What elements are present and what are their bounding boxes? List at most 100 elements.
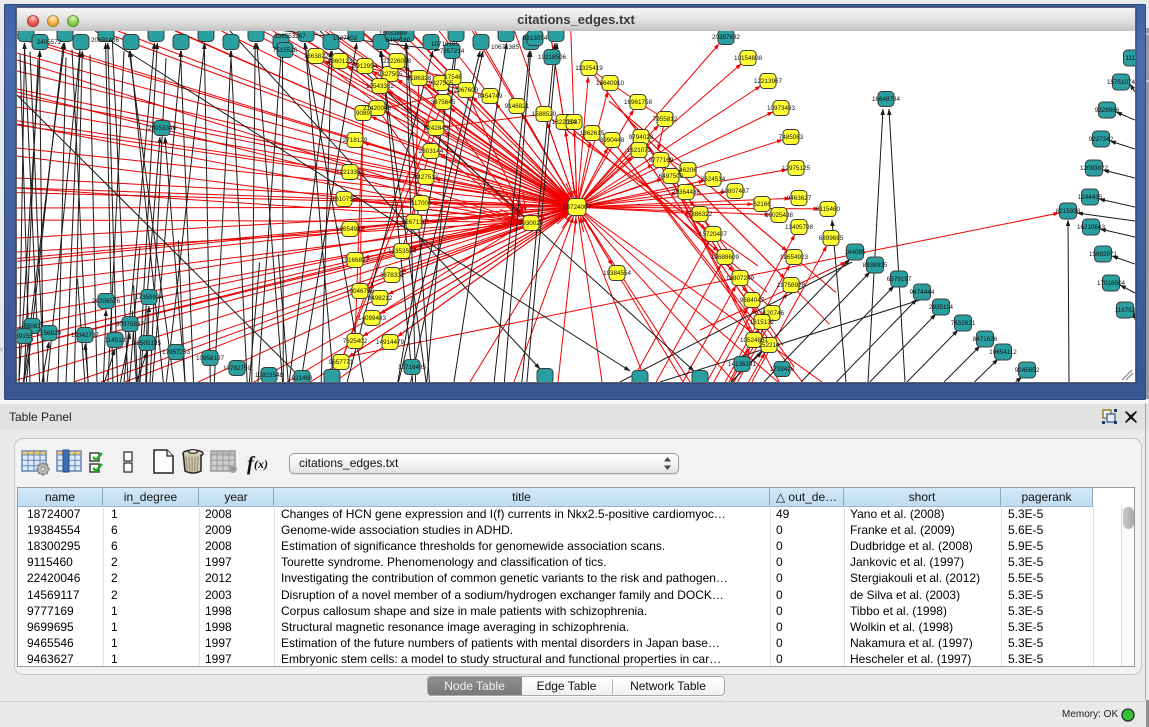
svg-text:10654112: 10654112 bbox=[989, 349, 1017, 356]
svg-text:2405572: 2405572 bbox=[37, 39, 62, 46]
svg-text:10688609: 10688609 bbox=[711, 254, 740, 261]
svg-text:7663822: 7663822 bbox=[304, 53, 329, 60]
svg-text:19166827: 19166827 bbox=[341, 257, 370, 264]
svg-text:23226058: 23226058 bbox=[383, 58, 412, 65]
svg-text:3912954: 3912954 bbox=[353, 63, 378, 70]
svg-text:15751074: 15751074 bbox=[1107, 79, 1135, 86]
svg-text:85061: 85061 bbox=[23, 323, 41, 330]
svg-text:1610755: 1610755 bbox=[332, 196, 357, 203]
svg-text:20364436: 20364436 bbox=[672, 189, 701, 196]
svg-text:15720407: 15720407 bbox=[699, 231, 728, 238]
svg-text:7632621: 7632621 bbox=[951, 320, 976, 327]
svg-text:12342737: 12342737 bbox=[71, 332, 100, 339]
svg-text:(x): (x) bbox=[254, 457, 268, 471]
svg-text:14136141: 14136141 bbox=[728, 361, 757, 368]
svg-text:9684047: 9684047 bbox=[740, 297, 765, 304]
svg-text:9329966: 9329966 bbox=[1095, 107, 1120, 114]
svg-text:9327505: 9327505 bbox=[378, 71, 403, 78]
svg-text:12505135: 12505135 bbox=[133, 340, 162, 347]
svg-text:15692971: 15692971 bbox=[1089, 251, 1118, 258]
svg-text:9242845: 9242845 bbox=[424, 125, 449, 132]
svg-text:16961758: 16961758 bbox=[624, 99, 653, 106]
svg-text:8267130: 8267130 bbox=[402, 219, 427, 226]
svg-text:1615132: 1615132 bbox=[750, 319, 775, 326]
svg-text:62166: 62166 bbox=[753, 201, 771, 208]
svg-text:20387682: 20387682 bbox=[712, 34, 741, 41]
svg-text:9498212: 9498212 bbox=[368, 295, 393, 302]
svg-text:1733426: 1733426 bbox=[770, 366, 795, 373]
svg-text:8215958: 8215958 bbox=[1056, 208, 1081, 215]
svg-text:7357214: 7357214 bbox=[440, 48, 465, 55]
svg-text:9245652: 9245652 bbox=[1015, 367, 1040, 374]
svg-text:8454749: 8454749 bbox=[478, 93, 503, 100]
svg-text:2967608: 2967608 bbox=[454, 87, 479, 94]
svg-text:13495798: 13495798 bbox=[785, 224, 814, 231]
svg-text:252214: 252214 bbox=[758, 342, 780, 349]
svg-text:3878332: 3878332 bbox=[380, 272, 405, 279]
svg-text:12213967: 12213967 bbox=[754, 78, 783, 85]
svg-text:10025438: 10025438 bbox=[765, 212, 794, 219]
svg-text:1527602: 1527602 bbox=[333, 35, 358, 42]
svg-text:2718129: 2718129 bbox=[343, 137, 368, 144]
svg-text:20053346: 20053346 bbox=[148, 125, 177, 132]
svg-text:7485063: 7485063 bbox=[779, 134, 804, 141]
svg-text:14914479: 14914479 bbox=[376, 339, 405, 346]
svg-text:9327505: 9327505 bbox=[429, 80, 454, 87]
svg-text:106553267: 106553267 bbox=[274, 33, 306, 40]
svg-text:10154808: 10154808 bbox=[734, 55, 763, 62]
svg-text:2037: 2037 bbox=[567, 119, 582, 126]
svg-text:20691406: 20691406 bbox=[91, 37, 120, 44]
svg-text:9657771: 9657771 bbox=[329, 359, 354, 366]
svg-text:6466160: 6466160 bbox=[386, 37, 411, 44]
svg-text:12213382: 12213382 bbox=[336, 169, 365, 176]
svg-text:1120746: 1120746 bbox=[760, 310, 785, 317]
svg-text:90975887: 90975887 bbox=[116, 321, 145, 328]
svg-text:2930020: 2930020 bbox=[519, 220, 544, 227]
svg-text:7515526: 7515526 bbox=[273, 47, 298, 54]
svg-text:9227342: 9227342 bbox=[1089, 136, 1114, 143]
svg-text:9115460: 9115460 bbox=[816, 206, 841, 213]
svg-text:7625402: 7625402 bbox=[343, 338, 368, 345]
svg-text:1588520: 1588520 bbox=[532, 111, 557, 118]
svg-text:6379197: 6379197 bbox=[887, 276, 912, 283]
svg-text:20206576: 20206576 bbox=[92, 298, 121, 305]
svg-text:114519: 114519 bbox=[105, 337, 126, 344]
svg-text:19756928: 19756928 bbox=[777, 282, 806, 289]
svg-text:17016504: 17016504 bbox=[1097, 280, 1126, 287]
svg-text:3875645: 3875645 bbox=[431, 99, 456, 106]
svg-text:1362615: 1362615 bbox=[580, 130, 605, 137]
svg-text:1117: 1117 bbox=[1125, 55, 1135, 62]
svg-text:9794028: 9794028 bbox=[629, 134, 654, 141]
svg-text:13716485: 13716485 bbox=[398, 364, 427, 371]
svg-text:16648784: 16648784 bbox=[872, 96, 901, 103]
svg-text:12823548: 12823548 bbox=[255, 372, 284, 379]
svg-text:8471626: 8471626 bbox=[973, 336, 998, 343]
svg-text:8660123: 8660123 bbox=[328, 58, 353, 65]
svg-text:16033809: 16033809 bbox=[379, 31, 408, 37]
svg-text:10719185: 10719185 bbox=[431, 41, 460, 48]
svg-text:10782759: 10782759 bbox=[223, 365, 252, 372]
svg-text:10807487: 10807487 bbox=[721, 188, 750, 195]
svg-text:9474444: 9474444 bbox=[910, 289, 935, 296]
svg-text:9427512: 9427512 bbox=[414, 174, 439, 181]
svg-text:8938925: 8938925 bbox=[863, 262, 888, 269]
svg-text:19654982: 19654982 bbox=[336, 226, 365, 233]
svg-text:2935114: 2935114 bbox=[929, 304, 954, 311]
svg-text:19218506: 19218506 bbox=[538, 54, 567, 61]
svg-text:10973493: 10973493 bbox=[767, 105, 796, 112]
svg-text:2803144: 2803144 bbox=[419, 148, 444, 155]
svg-text:17957253: 17957253 bbox=[162, 349, 191, 356]
svg-text:7886322: 7886322 bbox=[688, 211, 713, 218]
svg-text:7955812: 7955812 bbox=[653, 116, 678, 123]
svg-text:19654923: 19654923 bbox=[780, 254, 809, 261]
svg-text:8813054: 8813054 bbox=[523, 35, 548, 42]
svg-text:1621072: 1621072 bbox=[627, 147, 652, 154]
svg-text:11325419: 11325419 bbox=[575, 65, 603, 72]
svg-text:3624534: 3624534 bbox=[701, 176, 726, 183]
svg-text:12093872: 12093872 bbox=[1080, 165, 1109, 172]
svg-text:9146821: 9146821 bbox=[505, 103, 530, 110]
svg-text:6899695: 6899695 bbox=[819, 235, 844, 242]
svg-text:1244415: 1244415 bbox=[1078, 194, 1103, 201]
svg-text:10671385: 10671385 bbox=[491, 44, 520, 51]
svg-text:9089: 9089 bbox=[356, 110, 371, 117]
